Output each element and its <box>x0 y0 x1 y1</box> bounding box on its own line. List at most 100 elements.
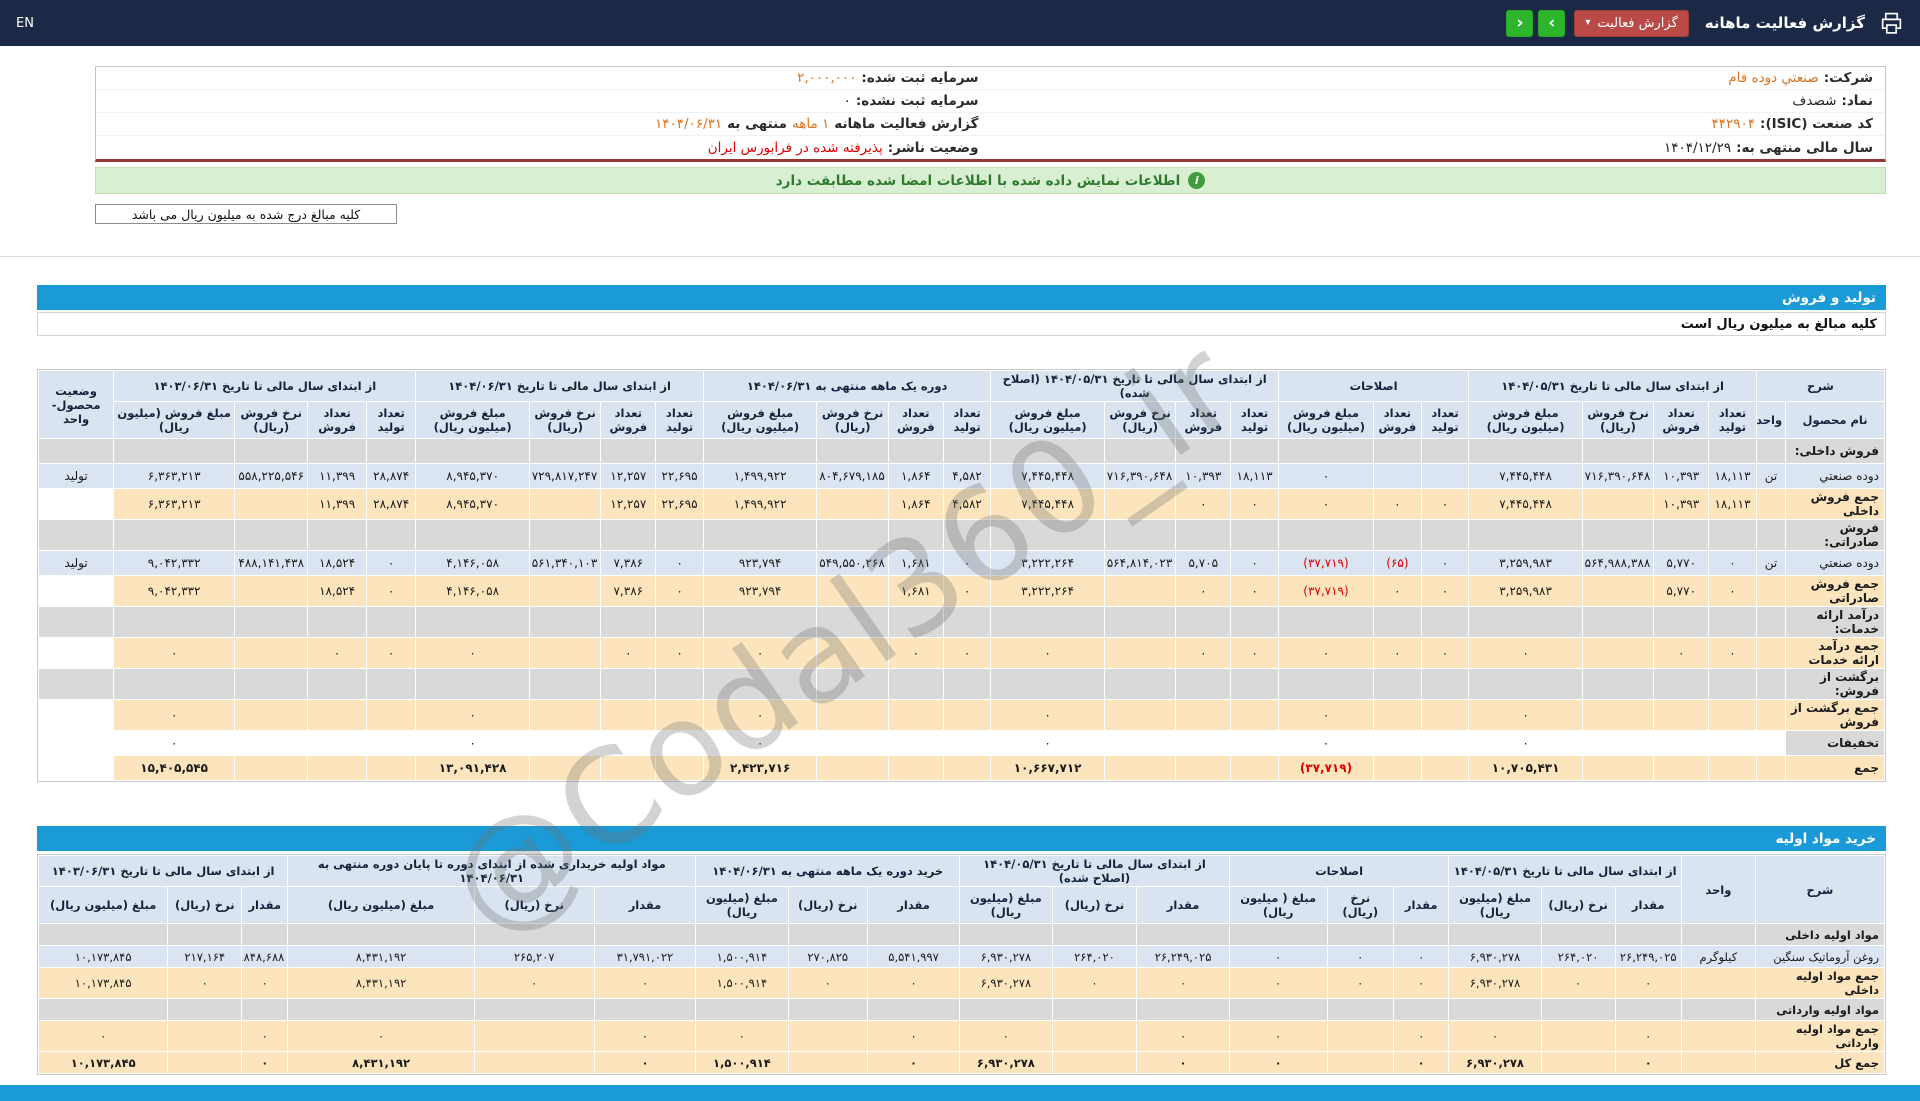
next-report-button[interactable]: › <box>1538 9 1566 37</box>
value-cell <box>1230 755 1279 781</box>
print-icon[interactable] <box>1879 11 1904 36</box>
row-label: جمع فروش صادراتی <box>1785 575 1885 607</box>
signature-match-banner: i اطلاعات نمایش داده شده با اطلاعات امضا… <box>95 167 1886 194</box>
column-header: تعداد فروش <box>1373 401 1422 439</box>
value-cell: ۰ <box>1136 1020 1230 1052</box>
value-cell: ۰ <box>1420 575 1470 607</box>
value-cell <box>866 998 961 1021</box>
column-header: مبلغ (میلیون ریال) <box>695 886 789 924</box>
report-type-dropdown[interactable]: گزارش فعالیت ▾ <box>1574 9 1689 37</box>
value-cell: ۵۶۱,۳۴۰,۱۰۳ <box>528 550 602 576</box>
value-cell <box>234 488 309 520</box>
value-cell: ۴,۱۴۶,۰۵۸ <box>415 550 530 576</box>
value-cell: ۰ <box>866 1020 961 1052</box>
value-cell: ۰ <box>1392 945 1450 968</box>
report-period-length-link[interactable]: ۱ ماهه <box>792 116 829 132</box>
report-period-field: گزارش فعالیت ماهانه ۱ ماهه منتهی به ۱۴۰۴… <box>96 113 991 136</box>
value-cell <box>655 730 704 756</box>
value-cell <box>415 519 530 551</box>
company-name-link[interactable]: صنعتي دوده فام <box>1728 70 1819 86</box>
column-group-header: وضعیت محصول-واحد <box>37 370 115 439</box>
value-cell: ۰ <box>959 1020 1053 1052</box>
row-label: درآمد ارائه خدمات: <box>1785 606 1885 638</box>
value-cell: ۷,۴۴۵,۴۴۸ <box>1468 463 1583 489</box>
value-cell <box>1420 519 1470 551</box>
value-cell <box>1755 637 1787 669</box>
value-cell: ۰ <box>1540 967 1616 999</box>
fiscal-year-field: سال مالی منتهی به: ۱۴۰۴/۱۲/۲۹ <box>991 136 1886 159</box>
value-cell <box>990 519 1105 551</box>
value-cell: ۵۴۹,۵۵۰,۲۶۸ <box>816 550 889 576</box>
value-cell: ۰ <box>1228 1020 1328 1052</box>
value-cell <box>816 730 889 756</box>
value-cell: ۰ <box>990 637 1105 669</box>
value-cell <box>528 438 602 464</box>
row-label: برگشت از فروش: <box>1785 668 1885 700</box>
value-cell <box>942 755 992 781</box>
value-cell <box>887 668 944 700</box>
value-cell: ۰ <box>695 1020 789 1052</box>
value-cell <box>415 438 530 464</box>
value-cell <box>1581 575 1655 607</box>
value-cell: ۶,۹۳۰,۲۷۸ <box>1448 945 1542 968</box>
value-cell <box>1136 998 1230 1021</box>
report-period-date-link[interactable]: ۱۴۰۴/۰۶/۳۱ <box>655 116 722 132</box>
value-cell: ۲۶۴,۰۲۰ <box>1051 945 1138 968</box>
value-cell <box>365 606 417 638</box>
column-group-header: دوره یک ماهه منتهی به ۱۴۰۴/۰۶/۳۱ <box>702 370 992 402</box>
value-cell <box>655 668 704 700</box>
column-header: نرخ (ریال) <box>1326 886 1395 924</box>
value-cell <box>887 699 944 731</box>
value-cell: ۰ <box>1708 575 1757 607</box>
value-cell: ۰ <box>942 550 992 576</box>
symbol-field: نماد: شصدف <box>990 90 1885 113</box>
value-cell <box>1326 1020 1395 1052</box>
value-cell: ۰ <box>365 637 417 669</box>
value-cell: ۰ <box>702 730 818 756</box>
value-cell <box>37 755 115 781</box>
column-header: مبلغ (میلیون ریال) <box>959 886 1053 924</box>
value-cell <box>37 923 169 946</box>
value-cell <box>600 668 657 700</box>
sales-section-bar: تولید و فروش <box>37 285 1886 310</box>
value-cell <box>1230 668 1279 700</box>
value-cell <box>655 606 704 638</box>
value-cell: ۱,۶۸۱ <box>887 575 944 607</box>
value-cell <box>37 668 115 700</box>
value-cell: ۰ <box>113 699 236 731</box>
column-header: مبلغ (میلیون ریال) <box>287 886 475 924</box>
column-header: تعداد تولید <box>942 401 992 439</box>
value-cell: ۰ <box>655 550 704 576</box>
value-cell: ۴۸۸,۱۴۱,۴۳۸ <box>234 550 309 576</box>
fiscal-year-value: ۱۴۰۴/۱۲/۲۹ <box>1663 139 1732 156</box>
language-toggle[interactable]: EN <box>16 16 34 31</box>
registered-capital-value: ۲,۰۰۰,۰۰۰ <box>797 70 857 86</box>
column-group-header: از ابتدای سال مالی تا تاریخ ۱۴۰۴/۰۶/۳۱ <box>415 370 704 402</box>
value-cell: ۰ <box>887 637 944 669</box>
value-cell <box>287 923 475 946</box>
value-cell <box>1680 967 1756 999</box>
column-header: نرخ فروش (ریال) <box>816 401 889 439</box>
value-cell: تولید <box>37 463 115 489</box>
value-cell: ۷۱۶,۳۹۰,۶۴۸ <box>1103 463 1177 489</box>
value-cell <box>887 438 944 464</box>
column-header: مبلغ فروش (میلیون ریال) <box>415 401 530 439</box>
value-cell <box>990 668 1105 700</box>
value-cell <box>816 606 889 638</box>
column-header: تعداد فروش <box>307 401 367 439</box>
value-cell: ۱۰,۱۷۳,۸۴۵ <box>37 967 169 999</box>
value-cell: ۰ <box>415 699 530 731</box>
value-cell: ۲۶,۲۴۹,۰۲۵ <box>1614 945 1682 968</box>
column-group-header: از ابتدای سال مالی تا تاریخ ۱۴۰۳/۰۶/۳۱ <box>113 370 417 402</box>
value-cell <box>1680 998 1756 1021</box>
value-cell <box>1680 1020 1756 1052</box>
value-cell <box>1230 606 1279 638</box>
value-cell: ۳,۲۲۲,۲۶۴ <box>990 550 1105 576</box>
row-label: مواد اولیه داخلی <box>1754 923 1886 946</box>
value-cell <box>942 606 992 638</box>
prev-report-button[interactable]: ‹ <box>1506 9 1534 37</box>
value-cell: ۰ <box>593 1020 697 1052</box>
column-header: مبلغ ( میلیون ریال) <box>1228 886 1328 924</box>
value-cell <box>1175 699 1232 731</box>
column-header: مبلغ فروش (میلیون ریال) <box>990 401 1105 439</box>
